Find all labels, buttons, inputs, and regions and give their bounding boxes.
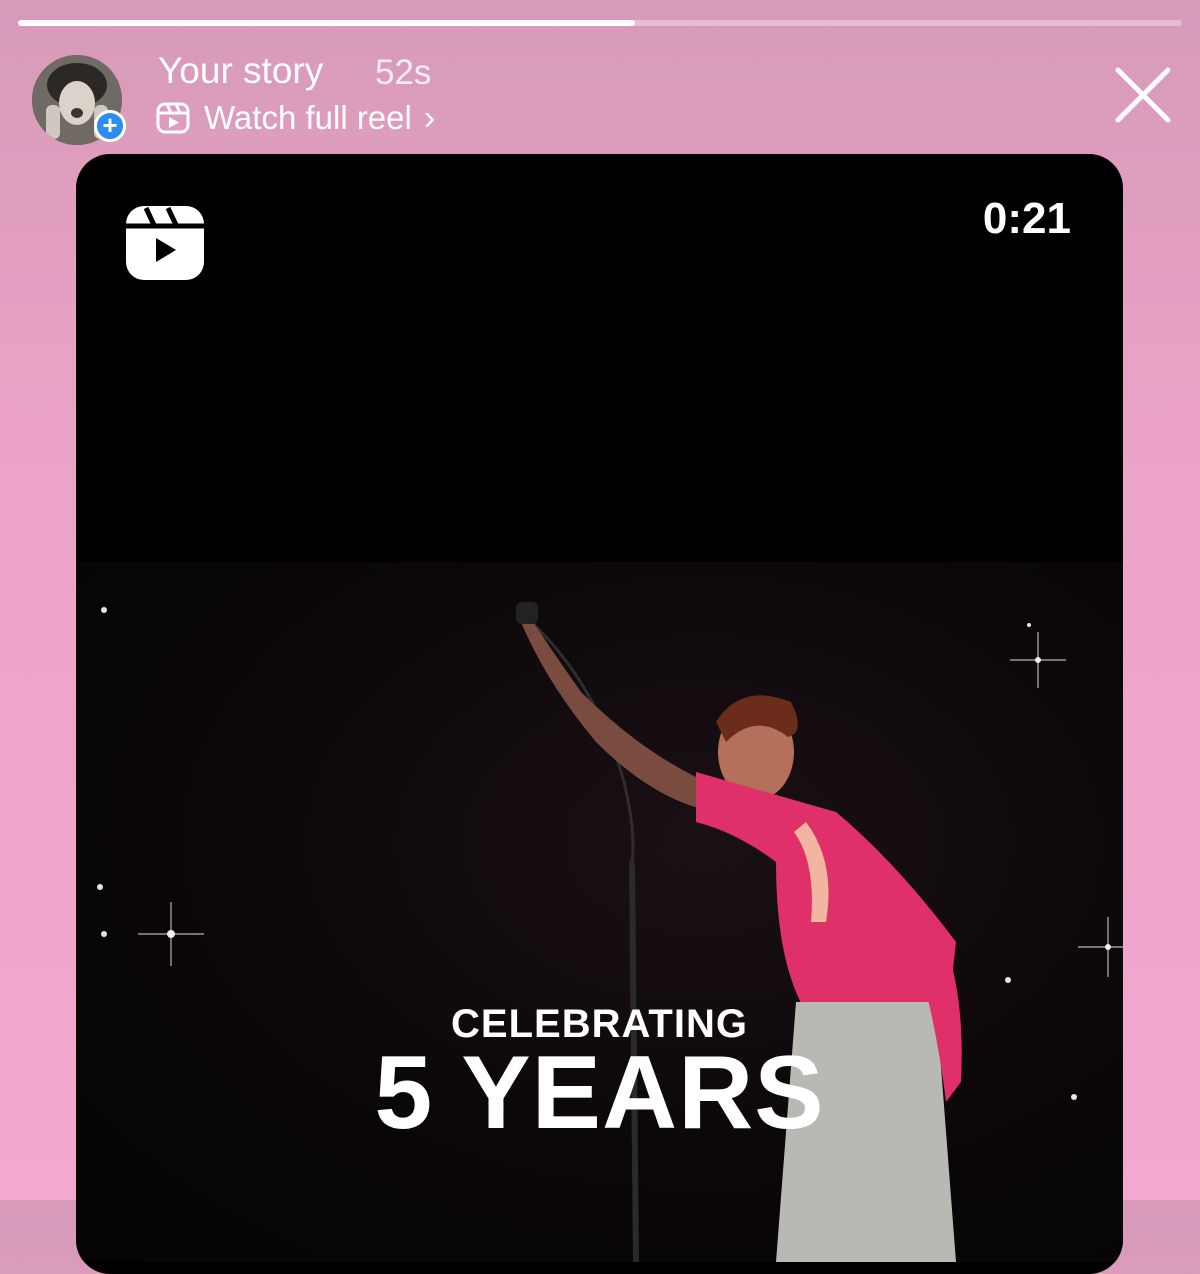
reel-video-frame (76, 562, 1123, 1262)
reels-icon (156, 102, 190, 134)
story-progress-fill (18, 20, 635, 26)
story-age: 52s (375, 53, 432, 92)
story-progress-bar (18, 20, 1182, 26)
chevron-right-icon: › (423, 98, 436, 137)
reel-caption-line2: 5 YEARS (374, 1035, 825, 1151)
story-title[interactable]: Your story (158, 50, 323, 92)
reel-duration: 0:21 (982, 194, 1071, 243)
close-icon[interactable] (1112, 64, 1174, 126)
reels-icon (126, 206, 204, 280)
watch-full-reel-label: Watch full reel (204, 99, 412, 136)
add-story-badge[interactable]: + (94, 110, 126, 142)
reel-preview-card[interactable]: 0:21 CELEBRATING 5 YEARS (76, 154, 1123, 1274)
plus-icon: + (102, 110, 118, 140)
watch-full-reel-link[interactable]: Watch full reel › (156, 98, 435, 138)
performer-image (97, 602, 1123, 1262)
